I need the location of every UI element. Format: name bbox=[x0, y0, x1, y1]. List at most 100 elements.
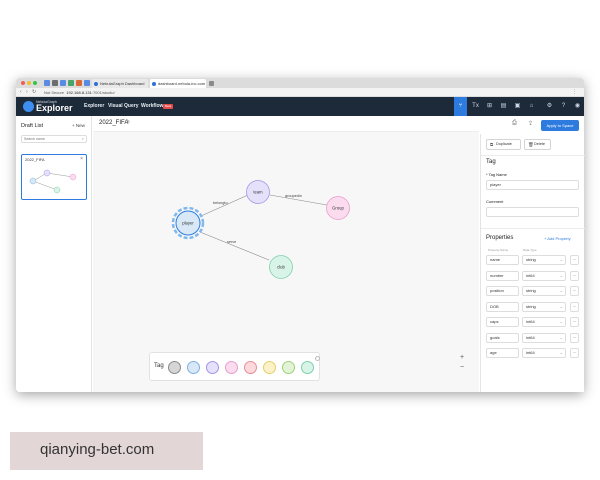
property-name-input[interactable]: number bbox=[486, 270, 519, 281]
address-bar[interactable]: ‹ › ↻ Not Secure 192.168.8.131:7001/stud… bbox=[16, 88, 584, 97]
property-name-input[interactable]: position bbox=[486, 286, 519, 296]
reload-icon[interactable]: ↻ bbox=[32, 88, 36, 97]
nav-workflow[interactable]: Workflow bbox=[141, 97, 163, 116]
edge-label-belongto: belongto bbox=[213, 201, 228, 205]
search-icon: ⌕ bbox=[81, 136, 84, 141]
edit-icon[interactable]: ✎ bbox=[126, 119, 130, 125]
property-type-value: int64 bbox=[526, 334, 535, 340]
delete-button[interactable]: 🗑 Delete bbox=[524, 139, 551, 150]
apply-to-space-button[interactable]: Apply to Space bbox=[541, 120, 579, 131]
tag-color-teal[interactable] bbox=[301, 361, 314, 374]
tag-color-purple[interactable] bbox=[206, 361, 219, 374]
property-type-value: string bbox=[526, 303, 536, 309]
pinned-tab-icon[interactable] bbox=[68, 80, 74, 86]
pinned-tab-icon[interactable] bbox=[52, 80, 58, 86]
property-type-value: string bbox=[526, 257, 536, 262]
property-more-button[interactable]: ⋯ bbox=[570, 270, 579, 281]
property-type-select[interactable]: int64 ⌄ bbox=[522, 270, 566, 281]
property-name-input[interactable]: age bbox=[486, 348, 519, 358]
tab-title: dashboard.nebula-inc.com bbox=[158, 81, 206, 86]
nav-explorer[interactable]: Explorer bbox=[84, 97, 104, 116]
browser-tab-active[interactable]: dashboard.nebula-inc.com bbox=[150, 79, 206, 88]
pinned-tab-icon[interactable] bbox=[76, 80, 82, 86]
property-type-value: int64 bbox=[526, 319, 535, 324]
new-draft-button[interactable]: + New bbox=[72, 123, 85, 128]
tag-color-yellow[interactable] bbox=[263, 361, 276, 374]
pinned-tab-icon[interactable] bbox=[84, 80, 90, 86]
import-icon[interactable]: ⊞ bbox=[483, 97, 496, 116]
add-property-button[interactable]: + Add Property bbox=[544, 236, 571, 241]
workflow-icon[interactable]: ⌂ bbox=[525, 97, 538, 116]
draft-search-input[interactable] bbox=[24, 136, 78, 142]
property-row: number int64 ⌄ ⋯ bbox=[486, 270, 580, 281]
property-type-select[interactable]: int64 ⌄ bbox=[522, 317, 566, 327]
duplicate-button[interactable]: ⧉ Duplicate bbox=[486, 139, 521, 150]
console-icon[interactable]: ▣ bbox=[511, 97, 524, 116]
tag-color-pink[interactable] bbox=[225, 361, 238, 374]
help-icon[interactable]: ? bbox=[557, 97, 570, 116]
property-row: age int64 ⌄ ⋯ bbox=[486, 348, 580, 358]
nav-visual-query[interactable]: Visual Query bbox=[108, 97, 138, 116]
edge-serve[interactable] bbox=[199, 231, 270, 261]
comment-input[interactable] bbox=[486, 207, 579, 217]
property-more-button[interactable]: ⋯ bbox=[570, 317, 579, 327]
property-more-button[interactable]: ⋯ bbox=[570, 255, 579, 265]
analytics-icon[interactable]: ▤ bbox=[497, 97, 510, 116]
node-label-group: Group bbox=[332, 206, 344, 211]
property-type-select[interactable]: string ⌄ bbox=[522, 286, 566, 296]
settings-icon[interactable]: ⚙ bbox=[543, 97, 556, 116]
maximize-window-icon[interactable] bbox=[33, 81, 37, 85]
zoom-in-button[interactable]: + bbox=[457, 354, 467, 361]
zoom-out-button[interactable]: − bbox=[457, 364, 467, 371]
tag-color-blue[interactable] bbox=[187, 361, 200, 374]
property-row: position string ⌄ ⋯ bbox=[486, 286, 580, 296]
palette-settings-icon[interactable] bbox=[315, 356, 320, 361]
draft-list-title: Draft List bbox=[21, 123, 44, 129]
property-type-select[interactable]: int64 ⌄ bbox=[522, 332, 566, 343]
schema-graph[interactable]: belongto groupedin serve team Group play… bbox=[93, 132, 479, 352]
property-type-select[interactable]: string ⌄ bbox=[522, 255, 566, 265]
property-type-select[interactable]: string ⌄ bbox=[522, 301, 566, 312]
pinned-tab-icon[interactable] bbox=[44, 80, 50, 86]
tag-palette: Tag bbox=[149, 352, 320, 381]
tag-color-rose[interactable] bbox=[244, 361, 257, 374]
property-row: name string ⌄ ⋯ bbox=[486, 255, 580, 265]
property-more-button[interactable]: ⋯ bbox=[570, 348, 579, 358]
new-tab-icon[interactable] bbox=[209, 80, 214, 86]
minimize-window-icon[interactable] bbox=[27, 81, 31, 85]
url-host: 192.168.8.131 bbox=[66, 90, 92, 95]
edge-label-serve: serve bbox=[227, 240, 236, 244]
browser-tab[interactable]: NebulaGraph Dashboard bbox=[92, 79, 148, 88]
property-name-input[interactable]: name bbox=[486, 255, 519, 265]
close-icon[interactable]: × bbox=[80, 156, 83, 162]
duplicate-label: Duplicate bbox=[496, 142, 512, 146]
edge-label-groupedin: groupedin bbox=[285, 194, 302, 198]
tag-color-green[interactable] bbox=[282, 361, 295, 374]
edge-belongto[interactable] bbox=[200, 194, 249, 217]
pinned-tab-icon[interactable] bbox=[60, 80, 66, 86]
draft-card[interactable]: 2022_FIFA × bbox=[21, 154, 87, 200]
draft-search[interactable]: ⌕ bbox=[21, 135, 87, 143]
property-type-select[interactable]: int64 ⌄ bbox=[522, 348, 566, 358]
property-name-input[interactable]: goals bbox=[486, 332, 519, 343]
property-more-button[interactable]: ⋯ bbox=[570, 286, 579, 296]
export-image-icon[interactable]: ⎙ bbox=[512, 120, 517, 127]
property-more-button[interactable]: ⋯ bbox=[570, 332, 579, 343]
property-name-input[interactable]: DOB bbox=[486, 301, 519, 312]
browser-menu-icon[interactable]: ⋮ bbox=[572, 88, 577, 97]
property-name-input[interactable]: caps bbox=[486, 317, 519, 327]
draft-thumbnail bbox=[29, 169, 77, 194]
url-text[interactable]: Not Secure 192.168.8.131:7001/studio/ bbox=[44, 88, 115, 97]
schema-icon[interactable]: ⑂ bbox=[454, 97, 467, 116]
user-icon[interactable]: ◉ bbox=[571, 97, 584, 116]
chevron-down-icon: ⌄ bbox=[559, 334, 563, 340]
text-tool-icon[interactable]: Tx bbox=[469, 97, 482, 116]
back-icon[interactable]: ‹ bbox=[20, 88, 22, 97]
property-more-button[interactable]: ⋯ bbox=[570, 301, 579, 312]
share-icon[interactable]: ⇪ bbox=[528, 120, 533, 127]
tag-color-gray[interactable] bbox=[168, 361, 181, 374]
tag-name-input[interactable]: player bbox=[486, 180, 579, 190]
close-window-icon[interactable] bbox=[21, 81, 25, 85]
forward-icon[interactable]: › bbox=[26, 88, 28, 97]
draft-card-title: 2022_FIFA bbox=[25, 157, 45, 162]
